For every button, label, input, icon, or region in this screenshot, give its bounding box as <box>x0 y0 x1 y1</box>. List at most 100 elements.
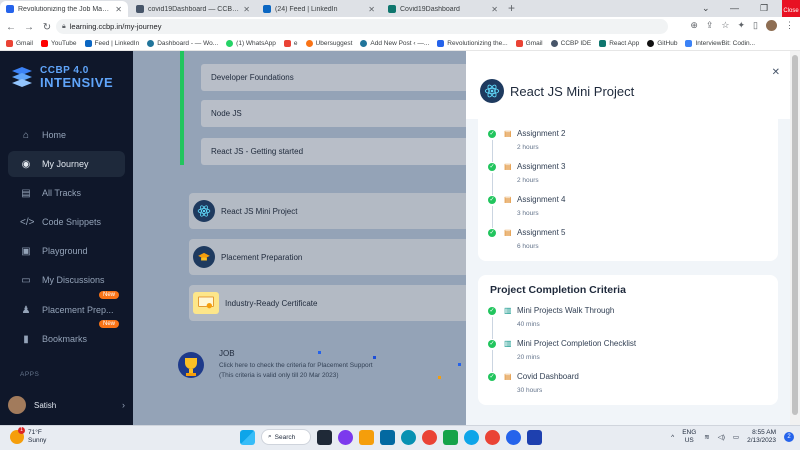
scrollbar-thumb[interactable] <box>792 55 798 415</box>
drawer-close-icon[interactable]: ✕ <box>772 67 780 78</box>
language-indicator[interactable]: ENG US <box>682 429 696 445</box>
check-circle-icon: ✓ <box>488 163 496 171</box>
ubersuggest-icon <box>305 40 313 47</box>
app-icon[interactable] <box>527 429 542 445</box>
tab-close-icon[interactable]: ✕ <box>115 5 122 14</box>
user-profile-menu[interactable]: Satish › <box>8 395 125 415</box>
back-arrow-icon[interactable]: ← <box>4 22 18 33</box>
bookmark-whatsapp[interactable]: (1) WhatsApp <box>226 40 276 47</box>
new-tab-plus-icon[interactable]: + <box>508 1 515 15</box>
url-input[interactable]: 🔒︎ learning.ccbp.in/my-journey <box>56 19 668 34</box>
sidebar-item-playground[interactable]: ▣ Playground <box>8 238 125 264</box>
section-title: Project Completion Criteria <box>490 284 626 296</box>
reload-icon[interactable]: ↻ <box>40 22 54 33</box>
list-item-assignment[interactable]: ✓ ▤ Assignment 3 2 hours <box>488 161 768 195</box>
chat-icon[interactable] <box>338 429 353 445</box>
star-bookmark-icon[interactable]: ☆ <box>721 20 729 31</box>
extensions-puzzle-icon[interactable]: ✦ <box>738 20 746 31</box>
bookmark-linkedin[interactable]: Feed | LinkedIn <box>84 40 139 47</box>
tab-close-icon[interactable]: ✕ <box>243 5 250 14</box>
sidebar-item-code-snippets[interactable]: </> Code Snippets <box>8 209 125 235</box>
job-placement-banner[interactable]: JOB Click here to check the criteria for… <box>173 345 473 387</box>
module-react-mini-project[interactable]: React JS Mini Project <box>189 193 489 229</box>
page-scrollbar[interactable] <box>790 51 800 425</box>
weather-widget[interactable]: 1 71°F Sunny <box>10 427 46 445</box>
sidebar-item-my-journey[interactable]: ◉ My Journey <box>8 151 125 177</box>
task-view-icon[interactable] <box>317 429 332 445</box>
bookmark-ccbp-ide[interactable]: CCBP IDE <box>550 40 591 47</box>
bookmark-react-app[interactable]: React App <box>599 40 639 47</box>
bookmark-gmail-e[interactable]: e <box>283 40 298 47</box>
trophy-icon <box>178 352 204 378</box>
tab-search-chevron-icon[interactable]: ⌄ <box>702 0 710 17</box>
sidebar-item-bookmarks[interactable]: ▮ Bookmarks New <box>8 320 125 352</box>
sidebar-panel-icon[interactable]: ▯ <box>753 20 758 31</box>
github-icon <box>647 40 655 47</box>
bookmark-interviewbit[interactable]: InterviewBit: Codin... <box>685 40 755 47</box>
app-icon[interactable] <box>506 429 521 445</box>
battery-icon[interactable]: ▭ <box>733 433 739 441</box>
browser-menu-icon[interactable]: ⋮ <box>785 20 794 31</box>
bookmark-wordpress[interactable]: Dashboard - — Wo... <box>147 40 218 47</box>
brand-logo[interactable]: CCBP 4.0 INTENSIVE <box>10 65 113 89</box>
sidebar-item-my-discussions[interactable]: ▭ My Discussions <box>8 267 125 293</box>
linkedin-icon <box>84 40 92 47</box>
placement-icon: ♟ <box>21 304 31 316</box>
windows-start-icon[interactable] <box>240 429 255 445</box>
install-app-icon[interactable]: ⊕ <box>690 20 698 31</box>
browser-tab-ccbp-ide[interactable]: covid19Dashboard — CCBP IDE ✕ <box>130 1 256 17</box>
edge-icon[interactable] <box>401 429 416 445</box>
ide-icon <box>550 40 558 47</box>
ccbp-favicon-icon <box>6 5 14 13</box>
chrome-icon[interactable] <box>422 429 437 445</box>
sidebar-item-all-tracks[interactable]: ▤ All Tracks <box>8 180 125 206</box>
check-circle-icon: ✓ <box>488 373 496 381</box>
browser-tab-job-market[interactable]: Revolutionizing the Job Market | ✕ <box>0 1 128 17</box>
share-icon[interactable]: ⇪ <box>706 20 714 31</box>
app-icon[interactable] <box>443 429 458 445</box>
skype-icon[interactable] <box>464 429 479 445</box>
forward-arrow-icon[interactable]: → <box>22 22 36 33</box>
bookmark-ubersuggest[interactable]: Ubersuggest <box>305 40 352 47</box>
list-item-criteria[interactable]: ✓ ▥ Mini Project Completion Checklist 20… <box>488 338 768 372</box>
browser-tab-linkedin[interactable]: (24) Feed | LinkedIn ✕ <box>257 1 381 17</box>
module-industry-certificate[interactable]: Industry-Ready Certificate <box>189 285 489 321</box>
maximize-icon[interactable]: ❐ <box>760 0 768 17</box>
tab-close-icon[interactable]: ✕ <box>491 5 498 14</box>
bookmark-gmail-2[interactable]: Gmail <box>515 40 543 47</box>
list-item-assignment[interactable]: ✓ ▤ Assignment 2 2 hours <box>488 128 768 162</box>
topic-react-getting-started[interactable]: React JS - Getting started <box>201 138 491 165</box>
window-close-button[interactable]: Close <box>782 0 800 17</box>
file-explorer-icon[interactable] <box>359 429 374 445</box>
browser-tab-covid-dashboard[interactable]: Covid19Dashboard ✕ <box>382 1 504 17</box>
volume-icon[interactable]: ◁) <box>718 433 725 441</box>
system-clock[interactable]: 8:55 AM 2/13/2023 <box>747 429 776 445</box>
assignment-clipboard-icon: ▤ <box>504 162 512 171</box>
topic-developer-foundations[interactable]: Developer Foundations <box>201 64 491 91</box>
notifications-icon[interactable]: 2 <box>784 432 794 442</box>
interviewbit-icon <box>685 40 693 47</box>
module-placement-preparation[interactable]: Placement Preparation <box>189 239 489 275</box>
minimize-icon[interactable]: — <box>730 0 739 17</box>
progress-track-bar <box>180 51 184 165</box>
list-item-assignment[interactable]: ✓ ▤ Assignment 4 3 hours <box>488 194 768 228</box>
bookmark-revolutionizing[interactable]: Revolutionizing the... <box>437 40 508 47</box>
mail-icon[interactable] <box>380 429 395 445</box>
topic-node-js[interactable]: Node JS <box>201 100 491 127</box>
bookmarks-bar: Gmail YouTube Feed | LinkedIn Dashboard … <box>0 37 800 51</box>
list-item-assignment[interactable]: ✓ ▤ Assignment 5 6 hours <box>488 227 768 253</box>
bookmark-add-new-post[interactable]: Add New Post ‹ —... <box>360 40 429 47</box>
list-item-criteria[interactable]: ✓ ▤ Covid Dashboard 30 hours <box>488 371 768 397</box>
bookmark-gmail[interactable]: Gmail <box>6 40 33 47</box>
taskbar-search-button[interactable]: ⌕ Search <box>261 429 311 445</box>
chevron-up-icon[interactable]: ^ <box>671 434 674 441</box>
list-item-criteria[interactable]: ✓ ▥ Mini Projects Walk Through 40 mins <box>488 305 768 339</box>
tab-close-icon[interactable]: ✕ <box>368 5 375 14</box>
chrome-active-icon[interactable] <box>485 429 500 445</box>
sidebar-item-home[interactable]: ⌂ Home <box>8 122 125 148</box>
ide-favicon-icon <box>136 5 144 13</box>
profile-avatar-icon[interactable] <box>766 20 777 31</box>
wifi-icon[interactable]: ≋ <box>704 433 709 441</box>
bookmark-youtube[interactable]: YouTube <box>40 40 77 47</box>
bookmark-github[interactable]: GitHub <box>647 40 677 47</box>
